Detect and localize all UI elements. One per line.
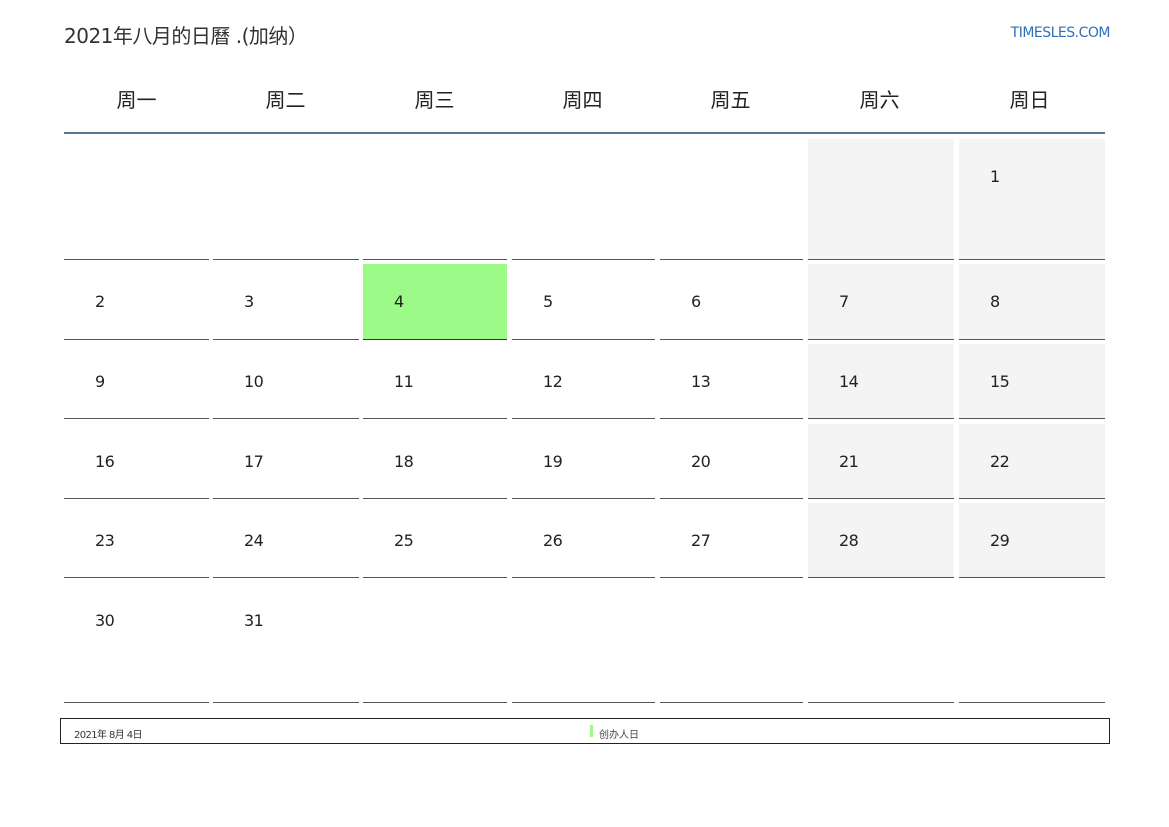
day-cell-3[interactable]: 3: [213, 264, 359, 340]
day-cell-2[interactable]: 2: [64, 264, 209, 340]
day-number: 24: [244, 531, 264, 550]
day-cell-8[interactable]: 8: [959, 264, 1105, 340]
weekday-sun: 周日: [1009, 88, 1050, 112]
day-cell-17[interactable]: 17: [213, 424, 359, 499]
day-number: 23: [95, 531, 115, 550]
day-cell-16[interactable]: 16: [64, 424, 209, 499]
weekday-fri: 周五: [710, 88, 751, 112]
empty-day-cell: [959, 583, 1105, 703]
day-cell-10[interactable]: 10: [213, 344, 359, 419]
day-cell-15[interactable]: 15: [959, 344, 1105, 419]
day-number: 10: [244, 372, 264, 391]
day-cell-24[interactable]: 24: [213, 503, 359, 578]
day-cell-30[interactable]: 30: [64, 583, 209, 703]
day-cell-12[interactable]: 12: [512, 344, 655, 419]
weekday-sat: 周六: [859, 88, 900, 112]
empty-day-cell: [512, 139, 655, 260]
weekday-mon: 周一: [116, 88, 157, 112]
weekday-thu: 周四: [562, 88, 603, 112]
empty-day-cell: [512, 583, 655, 703]
day-cell-21[interactable]: 21: [808, 424, 954, 499]
day-number: 1: [990, 167, 1000, 186]
page-title: 2021年八月的日曆 .(加纳）: [64, 24, 308, 48]
legend-bar: 2021年 8月 4日 创办人日: [60, 718, 1110, 744]
day-number: 11: [394, 372, 414, 391]
day-cell-23[interactable]: 23: [64, 503, 209, 578]
day-cell-18[interactable]: 18: [363, 424, 507, 499]
empty-day-cell: [363, 139, 507, 260]
day-number: 15: [990, 372, 1010, 391]
day-number: 22: [990, 452, 1010, 471]
empty-day-cell: [660, 583, 803, 703]
day-number: 6: [691, 292, 701, 311]
day-number: 16: [95, 452, 115, 471]
day-number: 21: [839, 452, 859, 471]
day-number: 4: [394, 292, 404, 311]
day-cell-22[interactable]: 22: [959, 424, 1105, 499]
day-number: 9: [95, 372, 105, 391]
day-cell-1[interactable]: 1: [959, 139, 1105, 260]
empty-day-cell: [64, 139, 209, 260]
day-number: 13: [691, 372, 711, 391]
day-cell-26[interactable]: 26: [512, 503, 655, 578]
day-number: 8: [990, 292, 1000, 311]
day-cell-9[interactable]: 9: [64, 344, 209, 419]
empty-day-cell: [213, 139, 359, 260]
empty-day-cell: [363, 583, 507, 703]
day-cell-5[interactable]: 5: [512, 264, 655, 340]
day-number: 31: [244, 611, 264, 630]
day-cell-13[interactable]: 13: [660, 344, 803, 419]
day-number: 14: [839, 372, 859, 391]
day-cell-7[interactable]: 7: [808, 264, 954, 340]
day-cell-31[interactable]: 31: [213, 583, 359, 703]
legend-swatch: [590, 725, 593, 737]
day-number: 25: [394, 531, 414, 550]
day-cell-28[interactable]: 28: [808, 503, 954, 578]
day-cell-29[interactable]: 29: [959, 503, 1105, 578]
day-cell-6[interactable]: 6: [660, 264, 803, 340]
day-number: 27: [691, 531, 711, 550]
day-cell-19[interactable]: 19: [512, 424, 655, 499]
day-number: 19: [543, 452, 563, 471]
day-number: 28: [839, 531, 859, 550]
day-cell-11[interactable]: 11: [363, 344, 507, 419]
day-number: 30: [95, 611, 115, 630]
day-cell-25[interactable]: 25: [363, 503, 507, 578]
day-number: 5: [543, 292, 553, 311]
empty-day-cell: [808, 583, 954, 703]
day-number: 3: [244, 292, 254, 311]
weekday-wed: 周三: [414, 88, 455, 112]
weekday-tue: 周二: [265, 88, 306, 112]
site-link[interactable]: TIMESLES.COM: [1011, 25, 1111, 41]
day-number: 7: [839, 292, 849, 311]
day-cell-20[interactable]: 20: [660, 424, 803, 499]
weekday-header-row: 周一 周二 周三 周四 周五 周六 周日: [64, 78, 1105, 134]
day-cell-27[interactable]: 27: [660, 503, 803, 578]
empty-day-cell: [660, 139, 803, 260]
day-number: 18: [394, 452, 414, 471]
day-number: 29: [990, 531, 1010, 550]
day-number: 26: [543, 531, 563, 550]
legend-holiday-label: 创办人日: [599, 730, 639, 741]
day-number: 17: [244, 452, 264, 471]
legend-date: 2021年 8月 4日: [74, 730, 143, 741]
day-number: 12: [543, 372, 563, 391]
day-number: 20: [691, 452, 711, 471]
empty-day-cell: [808, 139, 954, 260]
day-number: 2: [95, 292, 105, 311]
day-cell-4[interactable]: 4: [363, 264, 507, 340]
day-cell-14[interactable]: 14: [808, 344, 954, 419]
